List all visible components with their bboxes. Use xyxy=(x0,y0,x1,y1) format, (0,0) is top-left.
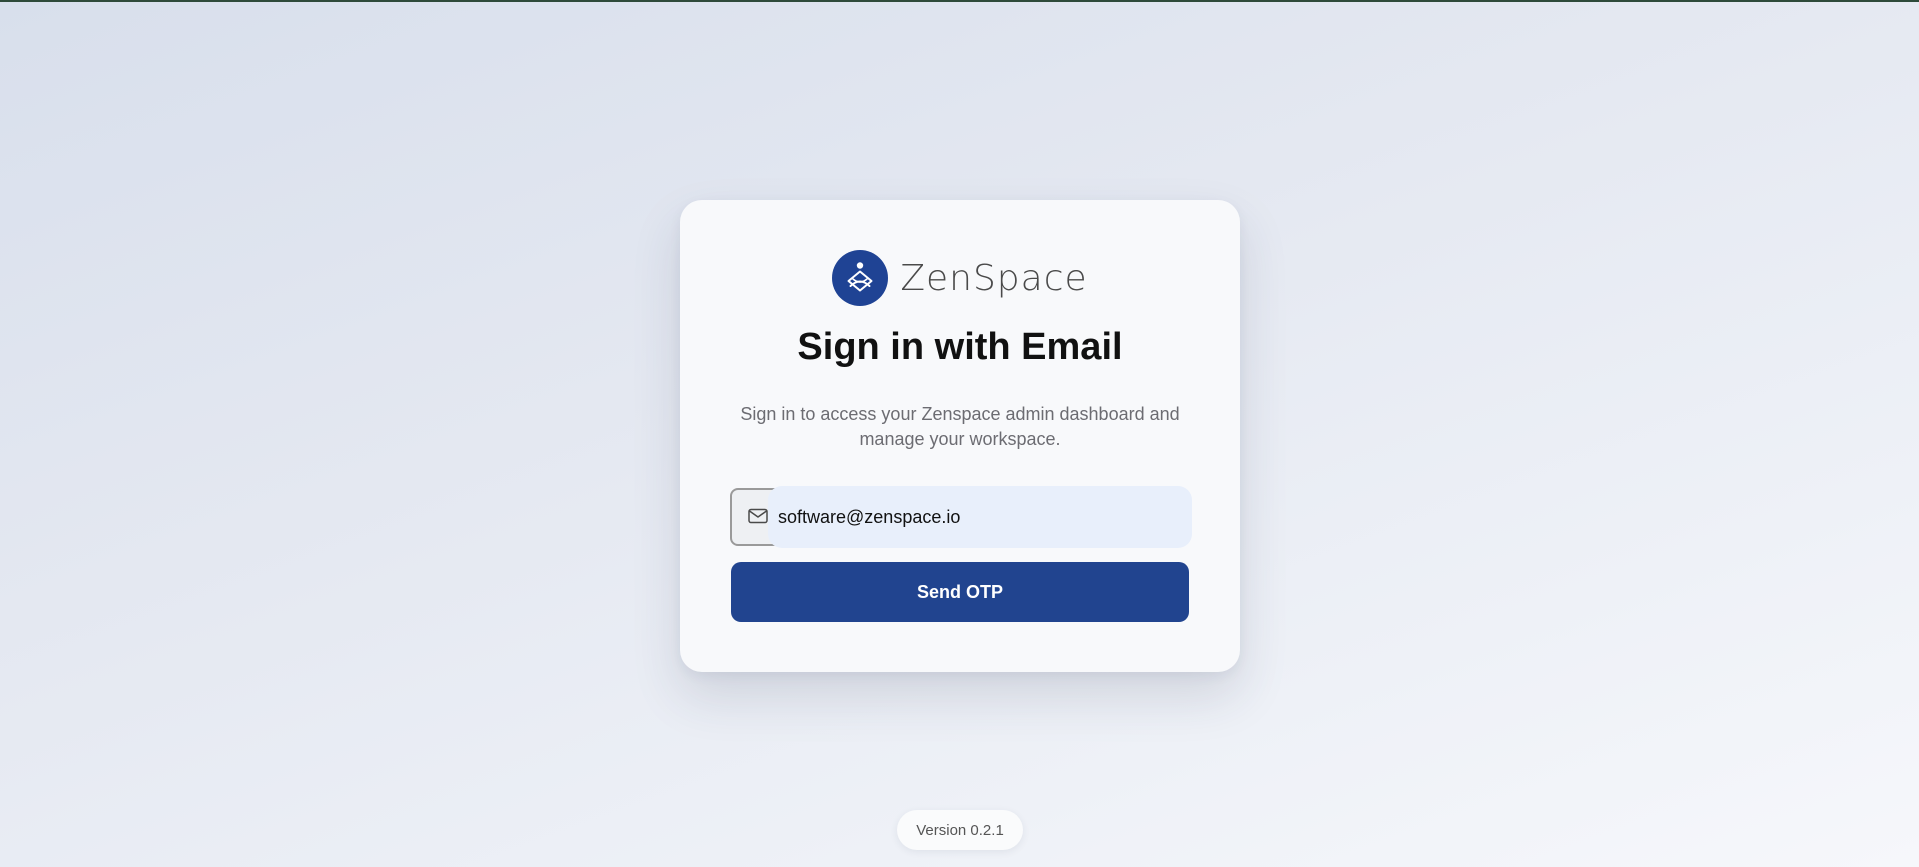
email-field-container xyxy=(730,486,1192,548)
page-title: Sign in with Email xyxy=(797,326,1123,368)
send-otp-button[interactable]: Send OTP xyxy=(731,562,1189,622)
top-border xyxy=(0,0,1919,2)
signin-card: ZenSpace Sign in with Email Sign in to a… xyxy=(680,200,1240,672)
meditation-figure-icon xyxy=(832,250,889,306)
version-badge: Version 0.2.1 xyxy=(897,810,1023,850)
brand-wordmark: ZenSpace xyxy=(900,257,1088,299)
email-input[interactable] xyxy=(768,486,1192,548)
brand-header: ZenSpace xyxy=(680,250,1240,306)
mail-icon xyxy=(748,508,768,524)
page-subtitle: Sign in to access your Zenspace admin da… xyxy=(740,404,1180,449)
